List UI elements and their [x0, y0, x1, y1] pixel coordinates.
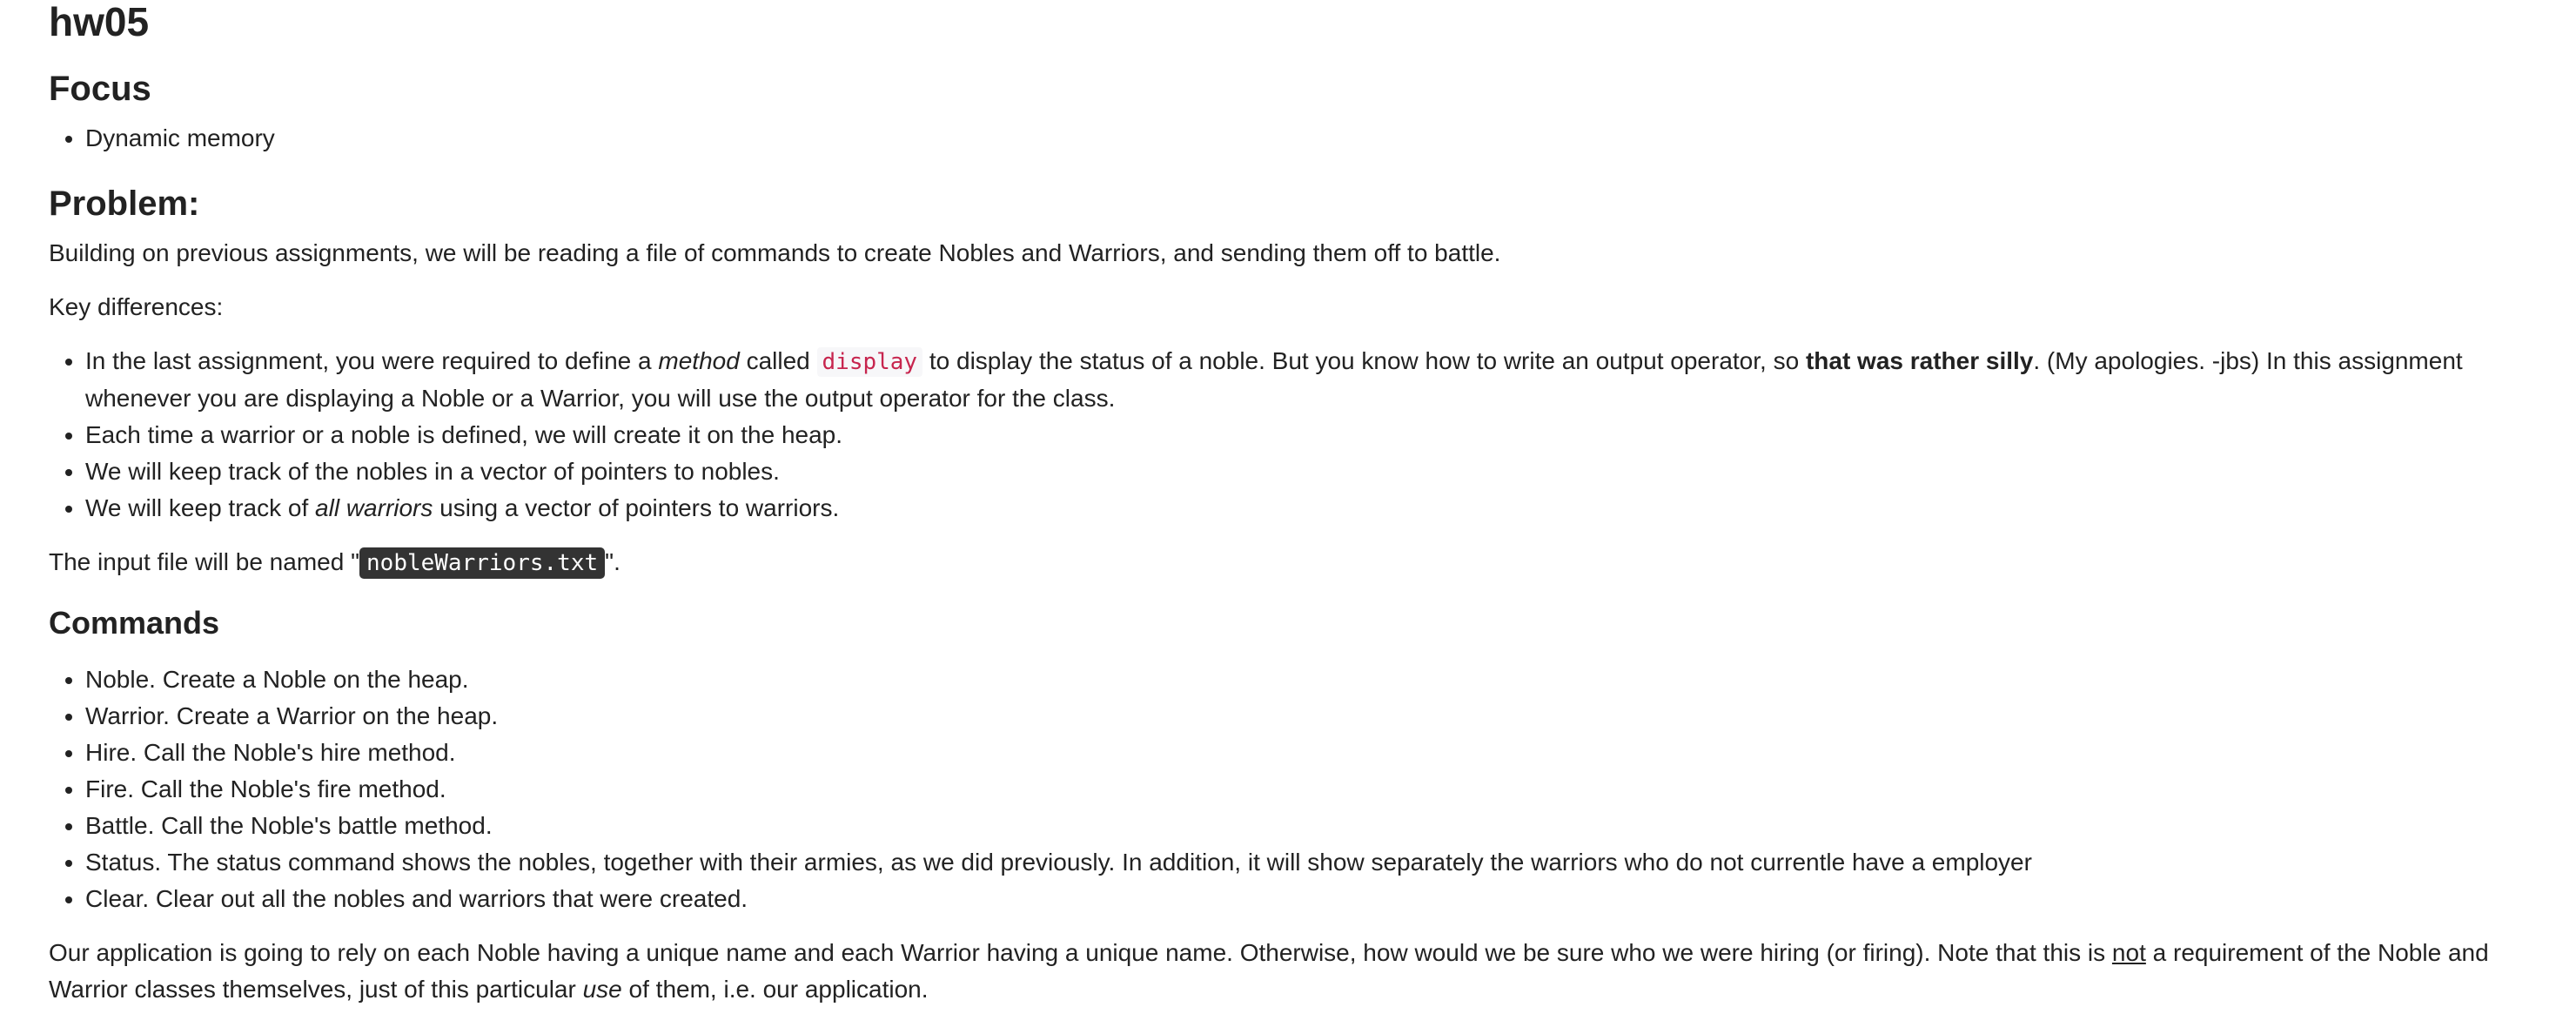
list-item: We will keep track of all warriors using…	[85, 490, 2527, 527]
key-differences-label: Key differences:	[49, 293, 224, 320]
text-segment: using a vector of pointers to warriors.	[433, 494, 840, 521]
commands-list: Noble. Create a Noble on the heap. Warri…	[49, 661, 2527, 917]
list-item: Noble. Create a Noble on the heap.	[85, 661, 2527, 698]
emphasis-text: use	[582, 976, 622, 1003]
list-item: In the last assignment, you were require…	[85, 343, 2527, 417]
focus-list: Dynamic memory	[49, 120, 2527, 157]
list-item: Dynamic memory	[85, 120, 2527, 157]
problem-intro: Building on previous assignments, we wil…	[49, 239, 1501, 266]
text-segment: ".	[605, 548, 621, 575]
input-file-line: The input file will be named " nobleWarri…	[49, 544, 2527, 581]
underlined-text: not	[2111, 939, 2146, 966]
list-item: Each time a warrior or a noble is define…	[85, 417, 2527, 453]
text-segment: of them, i.e. our application.	[621, 976, 929, 1003]
text-segment: We will keep track of	[85, 494, 316, 521]
list-item: Clear. Clear out all the nobles and warr…	[85, 881, 2527, 917]
list-item: We will keep track of the nobles in a ve…	[85, 453, 2527, 490]
list-item: Fire. Call the Noble's fire method.	[85, 771, 2527, 808]
list-item: Hire. Call the Noble's hire method.	[85, 735, 2527, 771]
inline-code: display	[816, 347, 923, 377]
page-title: hw05	[49, 0, 150, 44]
key-differences-list: In the last assignment, you were require…	[49, 343, 2527, 527]
problem-heading: Problem:	[49, 185, 200, 223]
list-item: Status. The status command shows the nob…	[85, 844, 2527, 881]
filename-code: nobleWarriors.txt	[359, 547, 606, 579]
commands-heading: Commands	[49, 605, 220, 641]
focus-heading: Focus	[49, 70, 151, 108]
emphasis-text: method	[658, 347, 740, 374]
text-segment: In the last assignment, you were require…	[85, 347, 659, 374]
list-item: Warrior. Create a Warrior on the heap.	[85, 698, 2527, 735]
text-segment: Our application is going to rely on each…	[49, 939, 2112, 966]
text-segment: called	[739, 347, 817, 374]
text-segment: to display the status of a noble. But yo…	[922, 347, 1806, 374]
list-item: Battle. Call the Noble's battle method.	[85, 808, 2527, 844]
emphasis-text: all warriors	[315, 494, 433, 521]
strong-text: that was rather silly	[1805, 347, 2034, 374]
text-segment: The input file will be named "	[49, 548, 360, 575]
application-note: Our application is going to rely on each…	[49, 935, 2527, 1008]
document-page: hw05 Focus Dynamic memory Problem: Build…	[0, 0, 2576, 1008]
